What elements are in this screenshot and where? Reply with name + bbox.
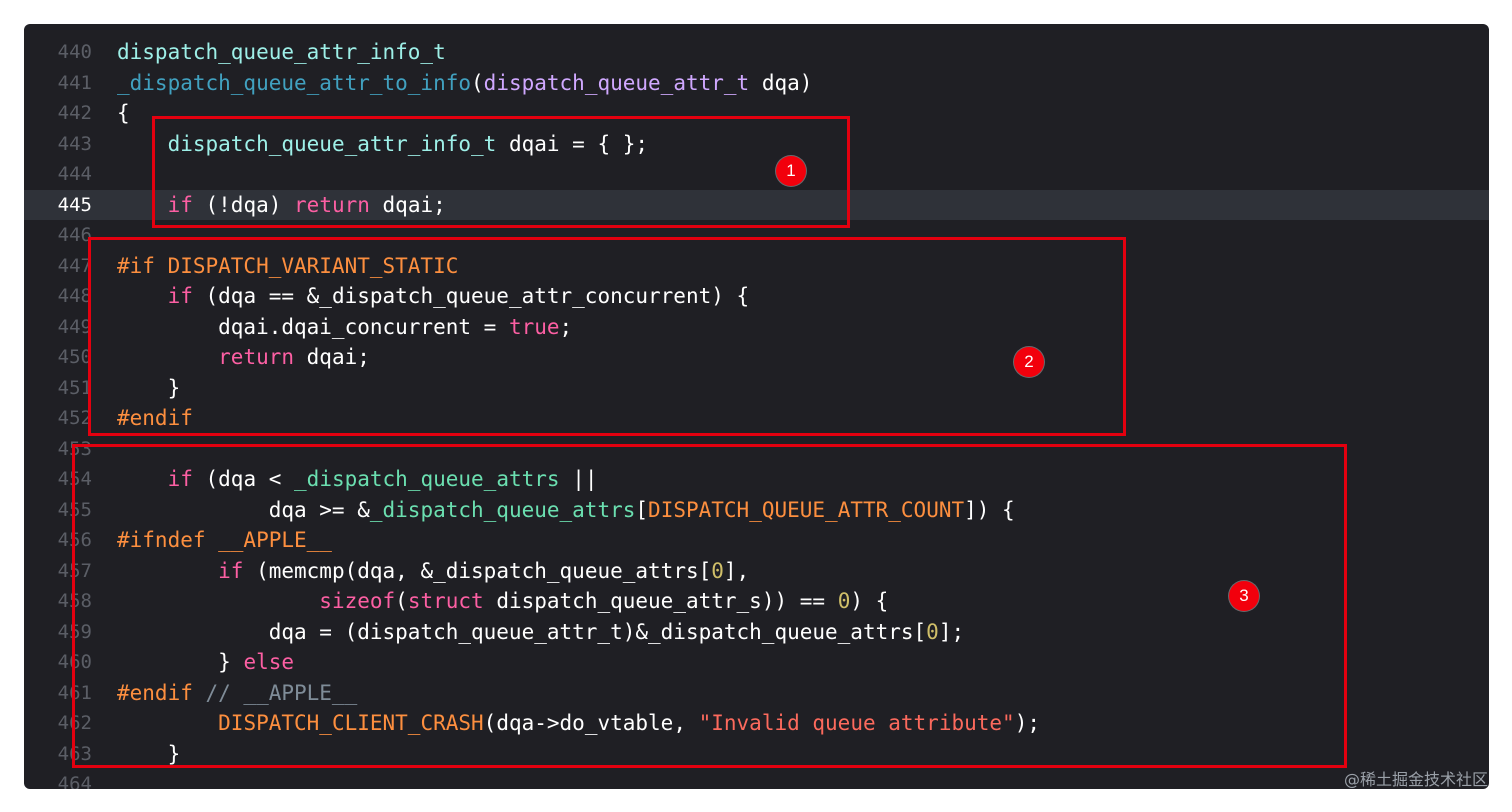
line-number[interactable]: 442 [24, 98, 92, 129]
code-token: ( [471, 70, 484, 95]
code-text[interactable]: { [117, 98, 130, 129]
line-number[interactable]: 443 [24, 129, 92, 160]
code-line[interactable]: 441 _dispatch_queue_attr_to_info(dispatch… [24, 68, 1489, 99]
line-number[interactable]: 452 [24, 403, 92, 434]
watermark: @稀土掘金技术社区 [1343, 770, 1488, 789]
line-number[interactable]: 444 [24, 159, 92, 190]
code-token: dqa) [749, 70, 813, 95]
line-number[interactable]: 447 [24, 251, 92, 282]
code-line[interactable]: 440 dispatch_queue_attr_info_t [24, 37, 1489, 68]
annotation-badge-1: 1 [776, 156, 806, 186]
code-token: dispatch_queue_attr_info_t [117, 40, 446, 64]
line-number[interactable]: 449 [24, 312, 92, 343]
highlight-box-1 [152, 116, 850, 228]
line-number[interactable]: 450 [24, 342, 92, 373]
line-number[interactable]: 441 [24, 68, 92, 99]
code-text[interactable]: _dispatch_queue_attr_to_info(dispatch_qu… [117, 68, 812, 99]
code-token: dispatch_queue_attr_t [483, 70, 750, 95]
line-number[interactable]: 440 [24, 37, 92, 68]
line-number[interactable]: 448 [24, 281, 92, 312]
highlight-box-3 [72, 444, 1347, 768]
code-token: { [117, 101, 130, 125]
code-line[interactable]: 464 [24, 769, 1489, 789]
annotation-badge-3: 3 [1229, 581, 1259, 611]
line-number[interactable]: 446 [24, 220, 92, 251]
code-token: _dispatch_queue_attr_to_info [117, 70, 472, 95]
line-number[interactable]: 464 [24, 769, 92, 789]
code-text[interactable]: dispatch_queue_attr_info_t [117, 37, 446, 68]
annotation-badge-2: 2 [1014, 347, 1044, 377]
line-number[interactable]: 445 [24, 190, 92, 221]
line-number[interactable]: 451 [24, 373, 92, 404]
highlight-box-2 [88, 237, 1126, 436]
